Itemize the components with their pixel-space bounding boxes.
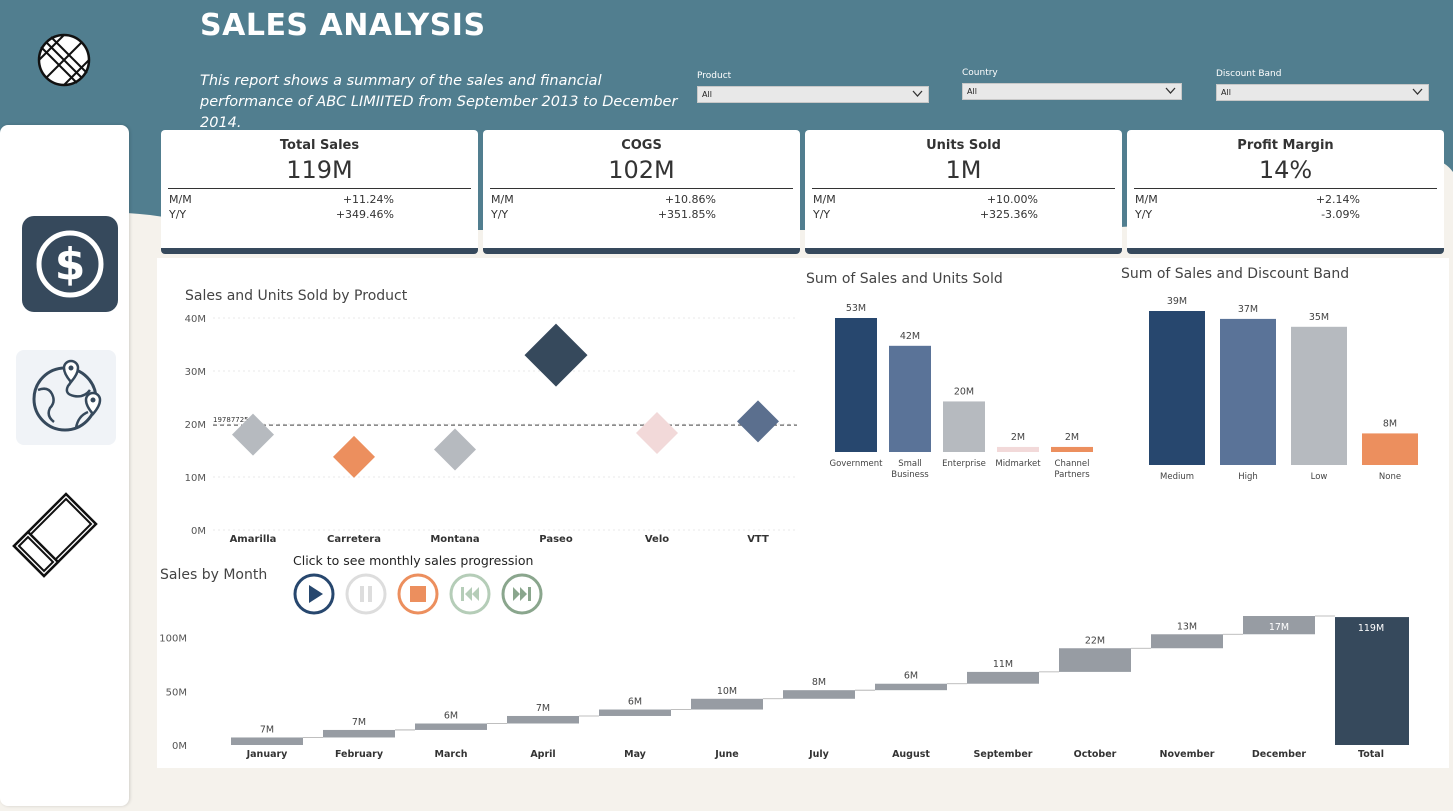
bar [1362,433,1418,465]
bar [1051,446,1093,452]
bar [967,671,1039,684]
skip-forward-button[interactable] [501,573,543,615]
bar [1335,617,1409,745]
x-tick-label: February [335,749,384,760]
bar-data-label: 22M [1085,635,1105,646]
pause-button[interactable] [345,573,387,615]
x-tick-label: Enterprise [942,459,986,469]
bar [783,690,855,699]
bar-data-label: 10M [717,686,737,697]
bar [1151,634,1223,649]
bar [1149,311,1205,465]
x-tick-label: Partners [1054,470,1090,480]
pause-icon [345,573,387,615]
bar-data-label: 35M [1309,312,1329,323]
x-tick-label: July [808,749,830,760]
bar [691,698,763,710]
x-tick-label: Montana [430,534,479,545]
bar-data-label: 6M [904,671,918,682]
bar-data-label: 37M [1238,304,1258,315]
skip-back-icon [449,573,491,615]
x-tick-label: January [246,749,289,760]
bar-data-label: 8M [812,677,826,688]
stop-icon [397,573,439,615]
x-tick-label: VTT [747,534,769,545]
skip-back-button[interactable] [449,573,491,615]
x-tick-label: Total [1358,749,1384,760]
scatter-point [434,428,476,471]
x-tick-label: Amarilla [230,534,277,545]
bar [1291,326,1347,465]
bar [1220,318,1276,465]
y-tick-label: 50M [166,687,187,698]
bar [599,709,671,716]
play-button[interactable] [293,573,335,615]
bar-data-label: 42M [900,331,920,342]
bar-data-label: 7M [536,703,550,714]
y-tick-label: 20M [185,420,206,431]
bar-data-label: 8M [1383,418,1397,429]
bar-data-label: 7M [260,724,274,735]
scatter-point [524,323,588,387]
bar-data-label: 2M [1065,432,1079,443]
scatter-point [333,435,375,478]
x-tick-label: High [1238,472,1258,482]
y-tick-label: 100M [159,634,187,645]
bar [889,345,931,452]
bar [231,737,303,745]
bar-data-label: 6M [628,697,642,708]
bar-data-label: 53M [846,303,866,314]
y-tick-label: 0M [172,741,187,752]
x-tick-label: Paseo [539,534,573,545]
x-tick-label: Business [891,470,929,480]
bar-data-label: 7M [352,717,366,728]
bar [1059,648,1131,672]
bar [507,715,579,724]
stop-button[interactable] [397,573,439,615]
scatter-point [737,400,779,443]
y-tick-label: 40M [185,314,206,325]
bar-data-label: 13M [1177,621,1197,632]
bar-data-label: 20M [954,386,974,397]
x-tick-label: April [530,749,555,760]
x-tick-label: Low [1311,472,1328,482]
bar-data-label: 2M [1011,432,1025,443]
x-tick-label: Small [898,459,922,469]
x-tick-label: March [435,749,468,760]
bar [997,446,1039,452]
bar-data-label: 11M [993,659,1013,670]
x-tick-label: None [1379,472,1401,482]
x-tick-label: Medium [1160,472,1194,482]
y-tick-label: 10M [185,473,206,484]
bar [415,723,487,730]
x-tick-label: September [974,749,1033,760]
play-icon [293,573,335,615]
bar-data-label: 6M [444,711,458,722]
x-tick-label: October [1074,749,1117,760]
bar-data-label: 119M [1358,623,1384,634]
bar [835,318,877,452]
charts-canvas: 0M 10M 20M 30M 40M 19787725 Amarilla Carretera M… [159,296,1418,760]
x-tick-label: Midmarket [995,459,1041,469]
reference-line-label: 19787725 [213,416,249,424]
y-tick-label: 30M [185,367,206,378]
x-tick-label: December [1252,749,1307,760]
x-tick-label: Carretera [327,534,381,545]
player-caption: Click to see monthly sales progression [293,553,534,568]
bar-data-label: 39M [1167,296,1187,307]
x-tick-label: August [892,749,930,760]
x-tick-label: Government [829,459,883,469]
bar [875,683,947,691]
x-tick-label: Velo [645,534,669,545]
y-tick-label: 0M [191,526,206,537]
x-tick-label: Channel [1055,459,1090,469]
x-tick-label: November [1160,749,1215,760]
bar [323,729,395,738]
x-tick-label: May [624,749,647,760]
x-tick-label: June [714,749,739,760]
bar-data-label: 17M [1269,622,1289,633]
bar [943,401,985,452]
skip-forward-icon [501,573,543,615]
scatter-point [636,412,678,455]
